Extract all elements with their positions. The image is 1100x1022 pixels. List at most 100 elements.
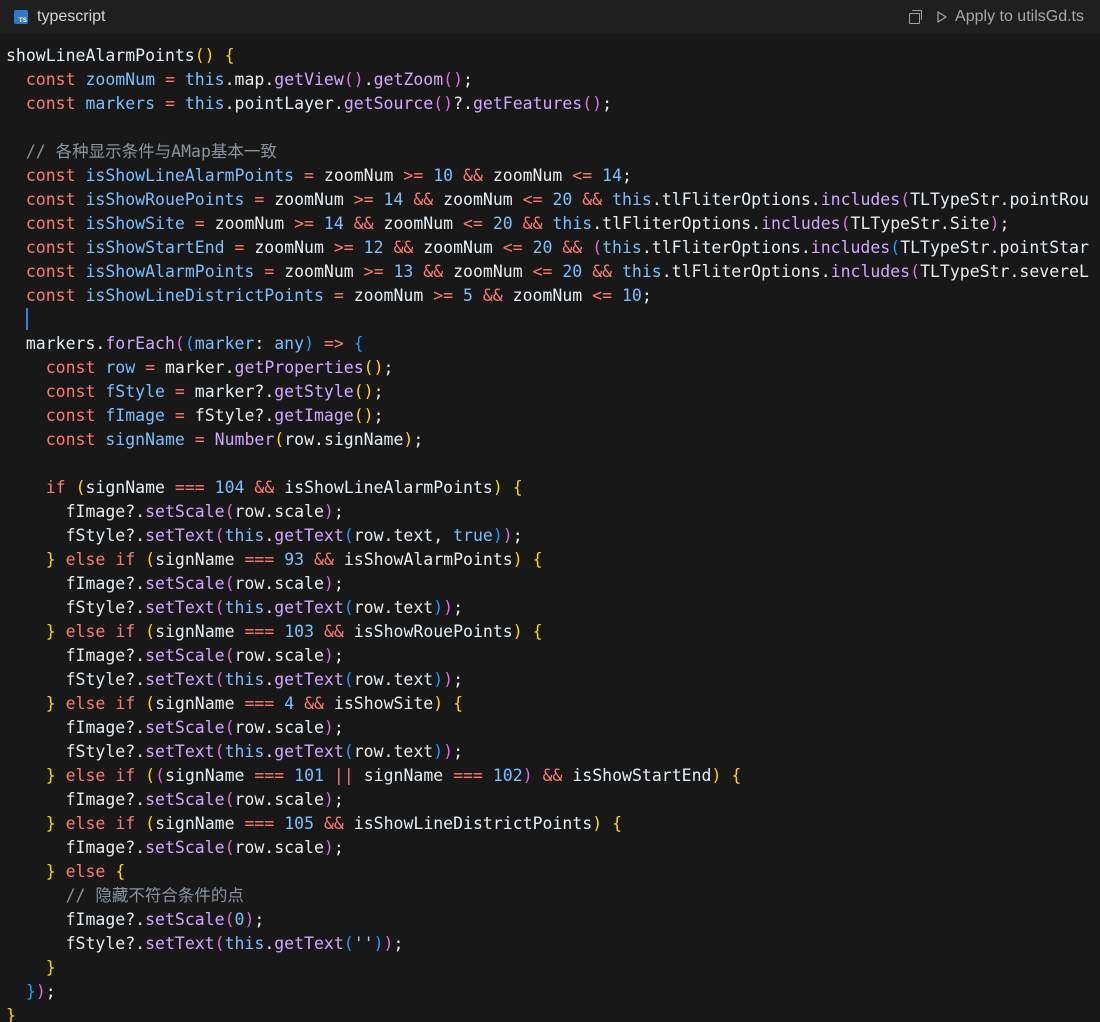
code-token: && xyxy=(254,478,275,497)
code-token: if xyxy=(115,766,136,785)
code-line: } else if ((signName === 101 || signName… xyxy=(6,764,1100,788)
code-token: this xyxy=(224,670,265,689)
code-line: } else if (signName === 93 && isShowAlar… xyxy=(6,548,1100,572)
code-token: ; xyxy=(333,838,344,857)
code-token: () xyxy=(353,406,374,425)
code-token: 12 xyxy=(363,238,384,257)
code-token: === xyxy=(244,550,275,569)
code-token: setText xyxy=(145,934,215,953)
code-content[interactable]: showLineAlarmPoints() { const zoomNum = … xyxy=(0,44,1100,1022)
code-token: { xyxy=(612,814,623,833)
code-token: . xyxy=(363,70,374,89)
code-token: row.text xyxy=(353,598,434,617)
code-token: ) xyxy=(443,742,454,761)
code-line: fStyle?.setText(this.getText('')); xyxy=(6,932,1100,956)
code-token: ( xyxy=(145,622,156,641)
code-token: === xyxy=(244,814,275,833)
code-token: ( xyxy=(184,334,195,353)
code-token: 20 xyxy=(492,214,513,233)
code-token: <= xyxy=(502,238,523,257)
code-token: && xyxy=(542,766,563,785)
code-token: === xyxy=(244,622,275,641)
code-token: ; xyxy=(373,382,384,401)
code-line: fStyle?.setText(this.getText(row.text)); xyxy=(6,596,1100,620)
code-line: } else if (signName === 105 && isShowLin… xyxy=(6,812,1100,836)
code-token: true xyxy=(453,526,493,545)
code-token: ) xyxy=(323,574,334,593)
code-token: fImage?. xyxy=(6,502,146,521)
code-line: } else if (signName === 4 && isShowSite)… xyxy=(6,692,1100,716)
code-token: row.signName xyxy=(284,430,404,449)
code-token: if xyxy=(115,814,136,833)
code-token: const xyxy=(25,214,76,233)
code-line: if (signName === 104 && isShowLineAlarmP… xyxy=(6,476,1100,500)
code-token: forEach xyxy=(105,334,175,353)
code-token: ) xyxy=(383,934,394,953)
copy-icon[interactable] xyxy=(909,10,923,24)
code-line: const zoomNum = this.map.getView().getZo… xyxy=(6,68,1100,92)
code-line: const isShowRouePoints = zoomNum >= 14 &… xyxy=(6,188,1100,212)
code-token: setScale xyxy=(145,646,225,665)
code-token: } xyxy=(45,814,56,833)
code-token: TLTypeStr.Site xyxy=(850,214,990,233)
code-token: ( xyxy=(224,718,235,737)
code-token: = xyxy=(145,358,156,377)
code-token: && xyxy=(592,262,613,281)
apply-button[interactable]: Apply to utilsGd.ts xyxy=(937,8,1084,26)
code-token: isShowLineAlarmPoints xyxy=(85,166,295,185)
code-token: .tlFliterOptions. xyxy=(592,214,762,233)
code-token: setScale xyxy=(145,718,225,737)
code-token: <= xyxy=(572,166,593,185)
code-token: && xyxy=(423,262,444,281)
code-token: else xyxy=(65,694,106,713)
code-token: getText xyxy=(274,934,344,953)
code-token: ) xyxy=(592,814,603,833)
code-token: () xyxy=(443,70,464,89)
code-token: zoomNum xyxy=(313,166,404,185)
code-line: markers.forEach((marker: any) => { xyxy=(6,332,1100,356)
code-token: ( xyxy=(145,766,156,785)
code-token: includes xyxy=(820,190,901,209)
code-token: fStyle?. xyxy=(6,934,146,953)
code-token: row.scale xyxy=(234,790,324,809)
code-token: ) xyxy=(433,598,444,617)
code-token: zoomNum xyxy=(482,166,573,185)
code-token: const xyxy=(25,190,76,209)
code-token: fImage xyxy=(105,406,165,425)
code-token: .tlFliterOptions. xyxy=(641,238,811,257)
code-token: = xyxy=(333,286,344,305)
code-token: const xyxy=(25,70,76,89)
code-token: ( xyxy=(224,502,235,521)
typescript-icon xyxy=(14,10,28,24)
